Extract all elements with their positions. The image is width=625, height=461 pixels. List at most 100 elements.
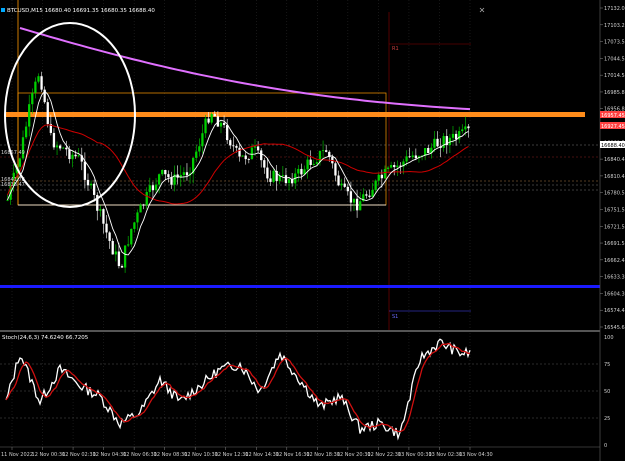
candle-body [414, 155, 418, 159]
time-tick-label: 13 Nov 04:30 [459, 452, 493, 458]
price-tick-label: 16751.50 [604, 207, 625, 213]
candle-body [114, 251, 117, 255]
candle-body [161, 169, 164, 175]
ma-label-c: 16838.47 [1, 182, 25, 188]
time-tick-label: 12 Nov 08:30 [154, 452, 188, 458]
candle-body [182, 172, 186, 175]
candle-body [393, 165, 396, 168]
time-tick-label: 12 Nov 18:30 [306, 452, 340, 458]
time-tick-label: 12 Nov 16:30 [276, 452, 310, 458]
candle-body [337, 175, 340, 186]
candle-body [130, 228, 133, 245]
candle-body [244, 155, 247, 160]
candle-body [213, 114, 216, 117]
candle-body [68, 149, 71, 160]
r1-label: R1 [392, 46, 399, 52]
candle-body [154, 184, 158, 191]
candle-body [260, 150, 263, 161]
candle-body [105, 223, 108, 233]
candle-body [346, 186, 349, 192]
stoch-level-label: 0 [604, 443, 607, 449]
time-tick-label: 12 Nov 00:30 [32, 452, 66, 458]
candle-body [148, 185, 151, 193]
candle-body [111, 240, 114, 255]
price-tick-label: 16985.85 [604, 90, 625, 96]
candle-body [52, 132, 56, 148]
price-tick-label: 17103.25 [604, 23, 625, 29]
resistance-tag: 16957.45 [601, 113, 625, 119]
candle-body [266, 167, 269, 179]
candle-body [256, 146, 260, 151]
candle-body [195, 151, 198, 158]
candle-body [108, 232, 111, 241]
candle-body [467, 126, 470, 129]
candle-body [365, 194, 368, 196]
candle-body [377, 174, 380, 181]
candle-body [31, 92, 34, 105]
price-tick-label: 16633.35 [604, 275, 625, 281]
candle-body [383, 168, 387, 179]
candle-body [18, 158, 22, 167]
candle-body [436, 138, 439, 147]
time-tick-label: 12 Nov 20:30 [337, 452, 371, 458]
candle-body [433, 138, 436, 148]
time-tick-label: 12 Nov 02:30 [62, 452, 96, 458]
candle-body [139, 204, 142, 213]
price-chart[interactable]: BTCUSD,M15 16680.40 16691.35 16680.35 16… [0, 0, 625, 461]
candle-body [99, 209, 102, 211]
candle-body [74, 154, 77, 157]
price-tick-label: 17014.50 [604, 73, 625, 79]
candle-body [198, 146, 201, 152]
candle-body [389, 165, 393, 168]
resistance-band[interactable] [5, 112, 585, 117]
candle-body [269, 178, 272, 182]
candle-body [281, 175, 284, 176]
current-price-tag: 16688.40 [601, 143, 625, 149]
candle-body [380, 174, 383, 179]
candle-body [250, 147, 254, 160]
candle-body [222, 122, 226, 125]
candle-body [355, 198, 359, 211]
candle-body [65, 147, 68, 150]
candle-body [226, 124, 229, 141]
candle-body [157, 174, 161, 185]
candle-body [170, 177, 173, 185]
candle-body [451, 133, 455, 138]
s1-label: S1 [392, 314, 398, 320]
price-tick-label: 17044.50 [604, 56, 625, 62]
time-tick-label: 12 Nov 22:30 [367, 452, 401, 458]
candle-body [247, 159, 250, 160]
candle-body [325, 150, 328, 152]
candle-body [62, 147, 65, 149]
candle-body [368, 195, 371, 197]
candle-body [408, 156, 411, 158]
price-tick-label: 16691.55 [604, 241, 625, 247]
ma-label-a: 16857.49 [1, 150, 25, 156]
price-tick-label: 16545.65 [604, 325, 625, 331]
time-tick-label: 12 Nov 06:30 [123, 452, 157, 458]
candle-body [151, 185, 155, 191]
candle-body [207, 118, 210, 123]
stoch-level-label: 25 [604, 416, 610, 422]
candle-body [272, 170, 275, 182]
price-tick-label: 17132.05 [604, 6, 625, 12]
candle-body [238, 147, 241, 157]
price-tick-label: 16840.45 [604, 157, 625, 163]
candle-body [371, 189, 374, 197]
candle-body [219, 122, 223, 127]
candle-body [253, 146, 257, 148]
candle-body [46, 102, 49, 124]
time-tick-label: 12 Nov 04:30 [93, 452, 127, 458]
time-tick-label: 13 Nov 00:30 [398, 452, 432, 458]
panel-separator[interactable] [0, 330, 600, 332]
support-line[interactable] [0, 285, 600, 288]
candle-body [241, 155, 244, 157]
candle-body [40, 76, 43, 90]
candle-body [210, 114, 213, 123]
candle-body [142, 204, 145, 206]
candle-body [442, 136, 445, 148]
candle-body [464, 126, 467, 130]
price-tick-label: 17073.50 [604, 40, 625, 46]
stoch-level-label: 100 [604, 335, 614, 341]
candle-body [312, 163, 315, 165]
